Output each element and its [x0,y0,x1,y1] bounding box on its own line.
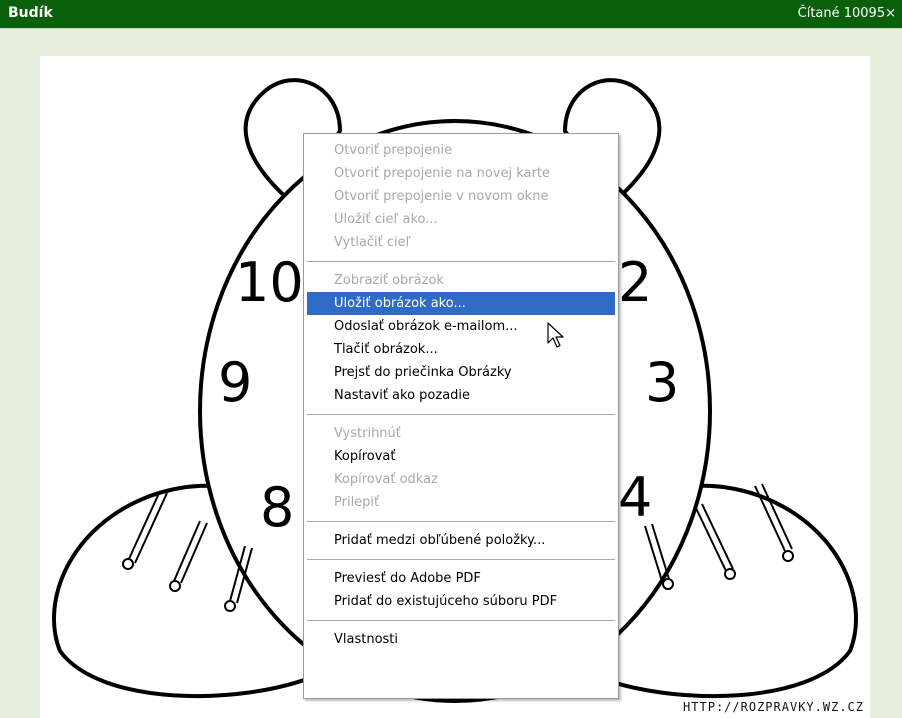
clock-number-2: 2 [618,251,652,314]
menu-item-show-picture[interactable]: Zobraziť obrázok [307,269,615,292]
menu-separator [307,521,615,522]
menu-item-email-picture[interactable]: Odoslať obrázok e-mailom... [307,315,615,338]
menu-item-cut[interactable]: Vystrihnúť [307,422,615,445]
menu-item-append-to-existing-pdf[interactable]: Pridať do existujúceho súboru PDF [307,590,615,613]
menu-separator [307,414,615,415]
menu-item-paste[interactable]: Prilepiť [307,491,615,514]
clock-number-3: 3 [645,351,679,414]
clock-number-9: 9 [218,351,252,414]
menu-item-properties[interactable]: Vlastnosti [307,628,615,651]
clock-number-8: 8 [260,476,294,539]
menu-item-copy[interactable]: Kopírovať [307,445,615,468]
menu-item-save-target-as[interactable]: Uložiť cieľ ako... [307,208,615,231]
clock-number-4: 4 [618,466,652,529]
menu-item-print-target[interactable]: Vytlačiť cieľ [307,231,615,254]
menu-item-open-link-new-window[interactable]: Otvoriť prepojenie v novom okne [307,185,615,208]
menu-separator [307,261,615,262]
menu-item-go-to-my-pictures[interactable]: Prejsť do priečinka Obrázky [307,361,615,384]
menu-item-add-to-favorites[interactable]: Pridať medzi obľúbené položky... [307,529,615,552]
menu-item-print-picture[interactable]: Tlačiť obrázok... [307,338,615,361]
clock-number-10: 10 [235,251,304,314]
menu-item-open-link[interactable]: Otvoriť prepojenie [307,139,615,162]
menu-item-open-link-new-tab[interactable]: Otvoriť prepojenie na novej karte [307,162,615,185]
title-bar: Budík Čítané 10095× [0,0,902,29]
menu-item-save-picture-as[interactable]: Uložiť obrázok ako... [307,292,615,315]
page-title: Budík [8,5,53,21]
arrow-cursor-icon [547,322,564,348]
image-watermark: HTTP://ROZPRAVKY.WZ.CZ [683,700,864,714]
read-count: Čítané 10095× [797,6,896,21]
context-menu[interactable]: Otvoriť prepojenie Otvoriť prepojenie na… [303,133,619,699]
menu-separator [307,620,615,621]
menu-item-copy-shortcut[interactable]: Kopírovať odkaz [307,468,615,491]
menu-separator [307,559,615,560]
menu-item-set-as-background[interactable]: Nastaviť ako pozadie [307,384,615,407]
menu-item-convert-to-adobe-pdf[interactable]: Previesť do Adobe PDF [307,567,615,590]
